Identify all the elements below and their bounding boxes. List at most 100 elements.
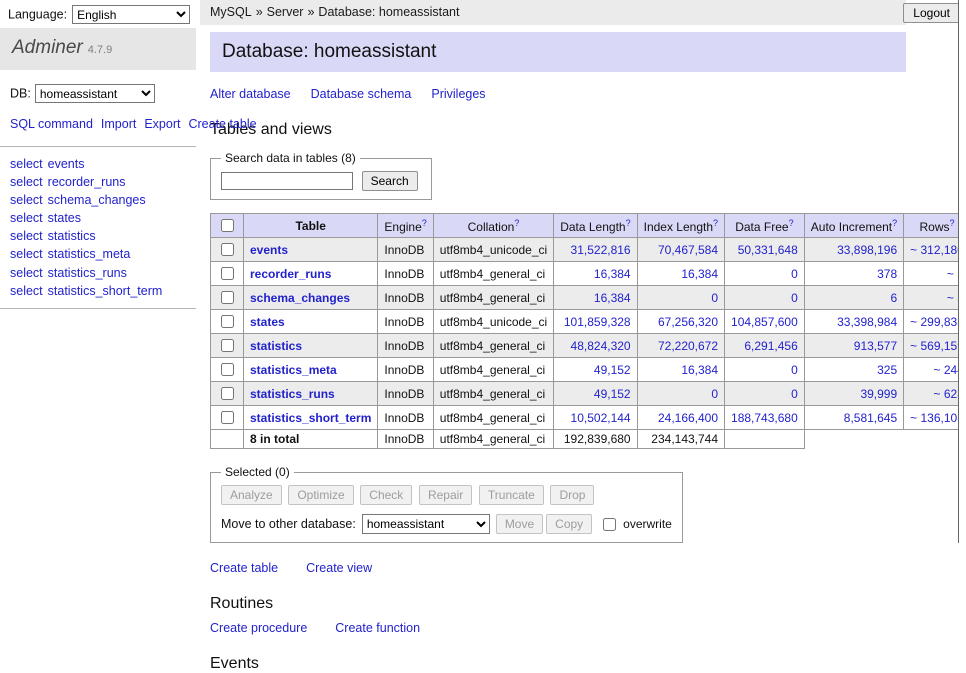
logout-button[interactable]: Logout <box>903 3 960 23</box>
row-checkbox[interactable] <box>221 363 234 376</box>
index-length-link[interactable]: 16,384 <box>681 267 718 281</box>
search-button[interactable]: Search <box>362 171 418 191</box>
select-link[interactable]: select <box>10 247 43 261</box>
table-link-events[interactable]: events <box>48 157 85 171</box>
help-link[interactable]: ? <box>892 218 897 228</box>
truncate-button[interactable]: Truncate <box>479 485 544 505</box>
auto-increment-link[interactable]: 33,398,984 <box>837 315 897 329</box>
auto-increment-link[interactable]: 378 <box>877 267 897 281</box>
data-free-link[interactable]: 50,331,648 <box>738 243 798 257</box>
row-checkbox[interactable] <box>221 387 234 400</box>
rows-count-link[interactable]: ~ 299,833 <box>910 315 964 329</box>
search-input[interactable] <box>221 172 353 190</box>
table-link-statistics[interactable]: statistics <box>48 229 96 243</box>
table-link-recorder-runs[interactable]: recorder_runs <box>48 175 126 189</box>
select-link[interactable]: select <box>10 193 43 207</box>
select-link[interactable]: select <box>10 175 43 189</box>
sidebar-link-sql-command[interactable]: SQL command <box>10 117 93 131</box>
table-name-link[interactable]: statistics_short_term <box>250 411 371 425</box>
alter-database-link[interactable]: Alter database <box>210 87 291 101</box>
sidebar-link-export[interactable]: Export <box>144 117 180 131</box>
optimize-button[interactable]: Optimize <box>288 485 353 505</box>
check-button[interactable]: Check <box>360 485 412 505</box>
move-button[interactable]: Move <box>496 514 543 534</box>
auto-increment-link[interactable]: 33,898,196 <box>837 243 897 257</box>
table-name-link[interactable]: states <box>250 315 285 329</box>
data-length-link[interactable]: 48,824,320 <box>571 339 631 353</box>
help-link[interactable]: ? <box>422 218 427 228</box>
auto-increment-link[interactable]: 8,581,645 <box>844 411 897 425</box>
select-link[interactable]: select <box>10 266 43 280</box>
data-length-link[interactable]: 16,384 <box>594 291 631 305</box>
drop-button[interactable]: Drop <box>550 485 594 505</box>
row-checkbox[interactable] <box>221 339 234 352</box>
select-all-checkbox[interactable] <box>221 219 234 232</box>
data-free-link[interactable]: 104,857,600 <box>731 315 798 329</box>
row-checkbox[interactable] <box>221 267 234 280</box>
auto-increment-link[interactable]: 39,999 <box>860 387 897 401</box>
data-free-link[interactable]: 0 <box>791 291 798 305</box>
data-length-link[interactable]: 10,502,144 <box>571 411 631 425</box>
data-free-link[interactable]: 188,743,680 <box>731 411 798 425</box>
index-length-link[interactable]: 24,166,400 <box>658 411 718 425</box>
select-link[interactable]: select <box>10 284 43 298</box>
index-length-link[interactable]: 70,467,584 <box>658 243 718 257</box>
copy-button[interactable]: Copy <box>546 514 592 534</box>
data-length-link[interactable]: 49,152 <box>594 387 631 401</box>
database-schema-link[interactable]: Database schema <box>311 87 412 101</box>
rows-count-link[interactable]: ~ 312,180 <box>910 243 964 257</box>
language-select[interactable]: English <box>72 5 190 24</box>
data-length-link[interactable]: 16,384 <box>594 267 631 281</box>
rows-count-link[interactable]: ~ 569,159 <box>910 339 964 353</box>
create-function-link[interactable]: Create function <box>335 621 420 635</box>
table-name-link[interactable]: schema_changes <box>250 291 350 305</box>
data-free-link[interactable]: 0 <box>791 267 798 281</box>
table-link-statistics-short-term[interactable]: statistics_short_term <box>48 284 163 298</box>
create-table-link[interactable]: Create table <box>210 561 278 575</box>
sidebar-link-import[interactable]: Import <box>101 117 136 131</box>
overwrite-label[interactable]: overwrite <box>623 517 672 531</box>
data-free-link[interactable]: 0 <box>791 363 798 377</box>
table-name-link[interactable]: statistics <box>250 339 302 353</box>
table-link-statistics-runs[interactable]: statistics_runs <box>48 266 127 280</box>
privileges-link[interactable]: Privileges <box>431 87 485 101</box>
index-length-link[interactable]: 72,220,672 <box>658 339 718 353</box>
data-free-link[interactable]: 6,291,456 <box>744 339 797 353</box>
help-link[interactable]: ? <box>950 218 955 228</box>
help-link[interactable]: ? <box>789 218 794 228</box>
overwrite-checkbox[interactable] <box>603 518 616 531</box>
select-link[interactable]: select <box>10 229 43 243</box>
help-link[interactable]: ? <box>514 218 519 228</box>
breadcrumb-server-type-link[interactable]: MySQL <box>210 5 252 19</box>
select-link[interactable]: select <box>10 157 43 171</box>
table-name-link[interactable]: events <box>250 243 288 257</box>
row-checkbox[interactable] <box>221 291 234 304</box>
help-link[interactable]: ? <box>626 218 631 228</box>
auto-increment-link[interactable]: 6 <box>890 291 897 305</box>
data-length-link[interactable]: 49,152 <box>594 363 631 377</box>
row-checkbox[interactable] <box>221 315 234 328</box>
data-length-link[interactable]: 101,859,328 <box>564 315 631 329</box>
table-name-link[interactable]: recorder_runs <box>250 267 331 281</box>
data-length-link[interactable]: 31,522,816 <box>571 243 631 257</box>
index-length-link[interactable]: 16,384 <box>681 363 718 377</box>
breadcrumb-server-link[interactable]: Server <box>267 5 304 19</box>
move-db-select[interactable]: homeassistant <box>362 514 490 534</box>
sidebar-link-create-table[interactable]: Create table <box>188 117 256 131</box>
row-checkbox[interactable] <box>221 243 234 256</box>
auto-increment-link[interactable]: 325 <box>877 363 897 377</box>
table-link-statistics-meta[interactable]: statistics_meta <box>48 247 131 261</box>
help-link[interactable]: ? <box>713 218 718 228</box>
table-name-link[interactable]: statistics_meta <box>250 363 337 377</box>
table-link-states[interactable]: states <box>48 211 81 225</box>
rows-count-link[interactable]: ~ 136,108 <box>910 411 964 425</box>
table-name-link[interactable]: statistics_runs <box>250 387 335 401</box>
create-view-link[interactable]: Create view <box>306 561 372 575</box>
row-checkbox[interactable] <box>221 411 234 424</box>
scrollbar-track[interactable] <box>958 0 966 543</box>
repair-button[interactable]: Repair <box>419 485 472 505</box>
index-length-link[interactable]: 67,256,320 <box>658 315 718 329</box>
analyze-button[interactable]: Analyze <box>221 485 282 505</box>
db-select[interactable]: homeassistant <box>35 84 155 103</box>
select-link[interactable]: select <box>10 211 43 225</box>
